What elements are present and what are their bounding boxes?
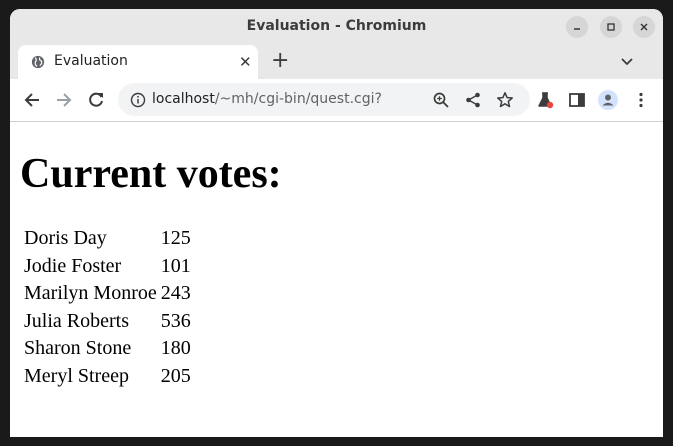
url-path: /~mh/cgi-bin/quest.cgi? <box>214 91 382 107</box>
candidate-name: Jodie Foster <box>24 254 122 277</box>
page-title: Current votes: <box>20 151 282 197</box>
table-row: Julia Roberts 536 <box>23 309 192 335</box>
table-row: Sharon Stone 180 <box>23 336 192 362</box>
tab-title: Evaluation <box>54 53 128 69</box>
page-content: Current votes: Doris Day 125 Jodie Foster 1… <box>10 122 663 437</box>
maximize-icon <box>607 23 615 31</box>
table-row: Doris Day 125 <box>23 226 192 252</box>
table-row: Meryl Streep 205 <box>23 364 192 390</box>
info-icon[interactable] <box>130 92 146 108</box>
url-host: localhost <box>152 91 215 107</box>
url-text[interactable]: localhost/~mh/cgi-bin/quest.cgi? <box>152 91 382 107</box>
vote-count: 243 <box>160 282 191 305</box>
zoom-icon[interactable] <box>432 91 450 109</box>
vote-count: 125 <box>160 227 191 250</box>
star-icon[interactable] <box>496 91 514 109</box>
labs-icon[interactable] <box>535 90 555 110</box>
minimize-button[interactable] <box>566 16 588 38</box>
share-icon[interactable] <box>464 91 482 109</box>
candidate-name: Doris Day <box>24 227 107 250</box>
title-bar: Evaluation - Chromium <box>10 9 663 45</box>
table-row: Jodie Foster 101 <box>23 254 192 280</box>
vote-count: 536 <box>160 309 191 332</box>
candidate-name: Julia Roberts <box>24 309 129 332</box>
table-row: Marilyn Monroe 243 <box>23 281 192 307</box>
tab-strip: Evaluation ✕ + <box>10 45 663 79</box>
chevron-down-icon[interactable] <box>620 54 634 68</box>
close-window-button[interactable] <box>633 16 655 38</box>
reload-icon[interactable] <box>86 90 106 110</box>
tab-evaluation[interactable]: Evaluation ✕ <box>18 45 258 79</box>
candidate-name: Sharon Stone <box>24 337 132 360</box>
profile-icon[interactable] <box>598 90 618 110</box>
menu-icon[interactable] <box>631 90 651 110</box>
candidate-name: Marilyn Monroe <box>24 282 157 305</box>
browser-window: Evaluation - Chromium Evaluation ✕ + loc… <box>10 9 663 437</box>
votes-table: Doris Day 125 Jodie Foster 101 Marilyn Monro… <box>21 224 194 391</box>
new-tab-button[interactable]: + <box>271 49 289 73</box>
vote-count: 180 <box>160 337 191 360</box>
back-icon[interactable] <box>22 90 42 110</box>
vote-count: 101 <box>160 254 191 277</box>
candidate-name: Meryl Streep <box>24 364 129 387</box>
maximize-button[interactable] <box>600 16 622 38</box>
close-icon <box>640 23 648 31</box>
tab-close-icon[interactable]: ✕ <box>239 53 252 71</box>
minimize-icon <box>574 28 580 30</box>
vote-count: 205 <box>160 364 191 387</box>
side-panel-icon[interactable] <box>567 90 587 110</box>
toolbar: localhost/~mh/cgi-bin/quest.cgi? <box>10 79 663 122</box>
globe-icon <box>31 55 45 69</box>
forward-icon[interactable] <box>54 90 74 110</box>
address-bar[interactable]: localhost/~mh/cgi-bin/quest.cgi? <box>118 83 530 116</box>
